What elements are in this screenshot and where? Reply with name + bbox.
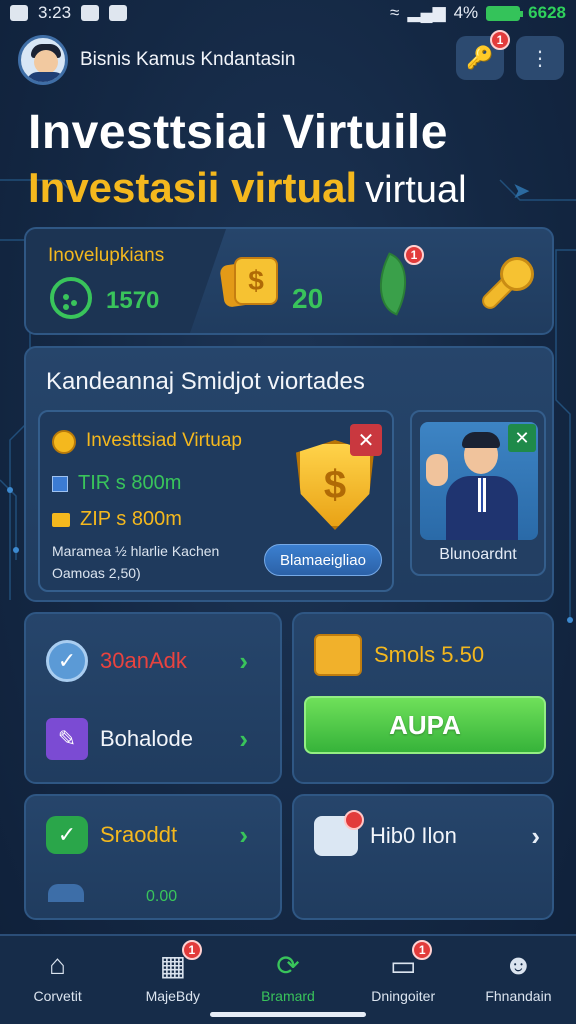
stats-card: Inovelupkians 1570 $ 20 1 <box>24 227 554 335</box>
device-icon <box>314 810 364 856</box>
nav-label: MajeBdy <box>145 988 201 1004</box>
coin-icon <box>52 430 76 454</box>
user-icon: ☻ <box>503 949 534 980</box>
check-circle-icon: ✓ <box>46 640 88 682</box>
advisor-card[interactable]: ✕ Blunoardnt <box>410 410 546 576</box>
chat-icon <box>50 277 92 319</box>
refresh-icon: ⟳ <box>276 949 300 981</box>
coin-key-icon[interactable] <box>478 257 536 313</box>
list-item-4-label: Hib0 Ilon <box>370 823 457 848</box>
list-item-4[interactable]: Hib0 Ilon › <box>314 810 544 856</box>
hero-subtitle: Investasii virtual virtual <box>28 164 467 212</box>
envelope-icon <box>52 512 70 527</box>
investment-desc-1: Maramea ½ hlarlie Kachen <box>52 543 220 559</box>
treasure-box-icon <box>314 634 362 676</box>
nav-item-profile[interactable]: ☻ Fhnandain <box>461 936 576 1024</box>
nav-label: Corvetit <box>33 988 82 1004</box>
nav-badge: 1 <box>412 940 433 960</box>
nav-label: Dningoiter <box>371 988 436 1004</box>
investment-title: Investtsiad Virtuap <box>86 430 242 451</box>
reward-card: Smols 5.50 AUPA <box>292 612 554 784</box>
investment-desc-2: Oamoas 2,50) <box>52 565 141 581</box>
send-icon: ➤ <box>512 178 531 203</box>
home-indicator <box>210 1012 366 1017</box>
list-item-1[interactable]: ✓ 30anAdk › <box>46 640 266 682</box>
pen-icon: ✎ <box>46 718 88 760</box>
hero-subtitle-white: virtual <box>365 169 467 211</box>
list-item-2-label: Bohalode <box>100 726 193 751</box>
status-time-right: 6628 <box>528 3 566 22</box>
status-bar: 3:23 ≈ ▂▄▆ 4% 6628 <box>0 0 576 26</box>
wifi-icon: ≈ <box>390 3 400 22</box>
home-icon: ⌂ <box>49 949 67 980</box>
list-item-2[interactable]: ✎ Bohalode › <box>46 718 266 760</box>
nav-item-tablet[interactable]: ▭ 1 Dningoiter <box>346 936 461 1024</box>
reward-row: Smols 5.50 <box>314 634 544 676</box>
check-chat-icon: ✓ <box>46 816 88 854</box>
recommend-title: Kandeannaj Smidjot viortades <box>46 368 365 395</box>
list-item-3-label: Sraoddt <box>100 822 178 847</box>
investment-row-1: TIR s 800m <box>78 472 182 494</box>
investment-row: TIR s 800m <box>52 472 181 495</box>
hero-title: Investtsiai Virtuile <box>28 106 448 159</box>
chevron-right-icon: › <box>239 819 248 850</box>
nav-item-refresh[interactable]: ⟳ Bramard <box>230 936 345 1024</box>
key-icon: 🔑 <box>466 45 494 70</box>
image-icon <box>10 5 28 21</box>
coins-icon: $ <box>219 253 280 309</box>
investment-button[interactable]: Blamaeigliao <box>264 544 382 576</box>
blue-square-icon <box>52 475 68 492</box>
calendar-icon: ▦ 1 <box>156 940 202 982</box>
advisor-close-button[interactable]: ✕ <box>508 424 536 452</box>
key-badge: 1 <box>490 30 510 50</box>
investment-row: ZIP s 800m <box>52 508 182 531</box>
hero-subtitle-gold: Investasii virtual <box>28 164 358 211</box>
bottom-nav: ⌂ Corvetit ▦ 1 MajeBdy ⟳ Bramard ▭ 1 Dni… <box>0 934 576 1024</box>
avatar[interactable] <box>18 35 68 85</box>
nav-item-home[interactable]: ⌂ Corvetit <box>0 936 115 1024</box>
chevron-right-icon: › <box>239 645 248 676</box>
tablet-icon: ▭ 1 <box>386 940 433 982</box>
app-title: Bisnis Kamus Kndantasin <box>80 49 296 70</box>
investment-card[interactable]: Investtsiad Virtuap TIR s 800m ZIP s 800… <box>38 410 394 592</box>
list-item-3[interactable]: ✓ Sraoddt › <box>46 816 266 854</box>
chevron-right-icon: › <box>531 820 540 851</box>
investment-desc: Maramea ½ hlarlie Kachen Oamoas 2,50) <box>52 540 219 584</box>
list-item-1-label: 30anAdk <box>100 648 187 673</box>
leaf-badge: 1 <box>404 245 424 265</box>
signal-icon: ▂▄▆ <box>407 3 446 22</box>
sraoddt-sub: 0.00 <box>146 888 178 905</box>
nav-label: Fhnandain <box>485 988 552 1004</box>
status-time: 3:23 <box>38 3 72 22</box>
battery-percent: 4% <box>453 3 479 22</box>
dots-icon: ⋮ <box>530 47 550 70</box>
stats-label: Inovelupkians <box>48 245 165 266</box>
key-button[interactable]: 🔑 1 <box>456 30 510 80</box>
aupa-button[interactable]: AUPA <box>304 696 546 754</box>
action-list-card: ✓ 30anAdk › ✎ Bohalode › <box>24 612 282 784</box>
settings-icon <box>109 5 128 21</box>
nav-item-calendar[interactable]: ▦ 1 MajeBdy <box>115 936 230 1024</box>
coin-value: 20 <box>292 283 324 314</box>
advisor-name: Blunoardnt <box>439 546 517 563</box>
chevron-right-icon: › <box>239 723 248 754</box>
recommend-card: Kandeannaj Smidjot viortades Investtsiad… <box>24 346 554 602</box>
menu-button[interactable]: ⋮ <box>516 36 564 80</box>
close-button[interactable]: ✕ <box>350 424 382 456</box>
hibo-card: Hib0 Ilon › <box>292 794 554 920</box>
cloud-icon <box>48 884 84 902</box>
sraoddt-card: ✓ Sraoddt › 0.00 <box>24 794 282 920</box>
investment-row-2: ZIP s 800m <box>80 508 182 530</box>
reward-label: Smols 5.50 <box>374 642 485 667</box>
battery-icon <box>486 5 524 21</box>
stats-value: 1570 <box>106 287 160 314</box>
nav-badge: 1 <box>181 940 202 960</box>
notification-icon <box>81 5 100 21</box>
nav-label: Bramard <box>261 988 315 1004</box>
